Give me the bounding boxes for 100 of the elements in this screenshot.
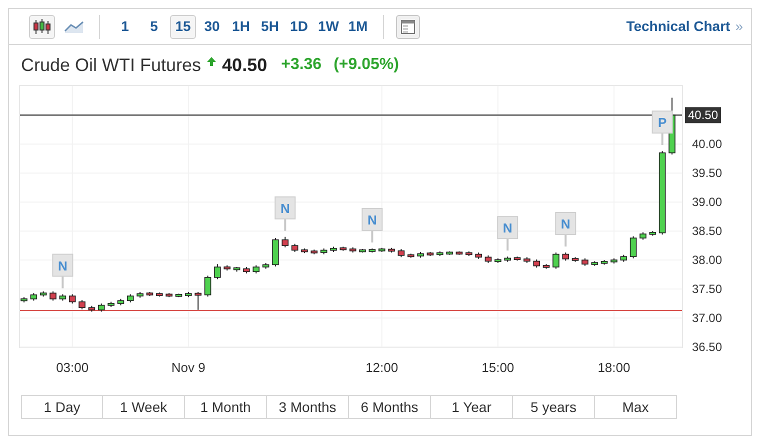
x-axis-label: 18:00 — [598, 360, 630, 375]
candlestick — [436, 250, 444, 256]
candlestick — [252, 264, 260, 274]
candlestick — [398, 248, 405, 258]
interval-button[interactable]: 1W — [315, 14, 342, 38]
candlestick — [407, 253, 414, 258]
y-axis-label: 38.50 — [692, 224, 722, 238]
line-chart-icon — [64, 20, 84, 34]
range-button[interactable]: 6 Months — [349, 395, 431, 419]
candlestick — [484, 254, 492, 264]
candlestick — [542, 264, 550, 270]
candlestick — [514, 256, 521, 262]
candlestick — [426, 251, 434, 256]
last-price: 40.50 — [222, 54, 268, 76]
candlestick — [562, 252, 569, 262]
interval-button[interactable]: 5 — [141, 14, 167, 38]
candlestick — [262, 262, 270, 270]
candlestick — [194, 291, 202, 310]
candlestick — [494, 258, 502, 264]
range-button[interactable]: 3 Months — [267, 395, 349, 419]
range-button[interactable]: 1 Day — [21, 395, 103, 419]
candlestick — [349, 246, 356, 254]
candlestick — [552, 252, 560, 270]
interval-button[interactable]: 5H — [257, 14, 283, 38]
candlestick — [272, 238, 279, 267]
x-axis-label: 12:00 — [366, 360, 398, 375]
candlestick — [59, 294, 66, 302]
candlestick — [630, 236, 637, 259]
table-icon — [401, 20, 415, 34]
candlestick — [533, 258, 540, 268]
price-change: +3.36 — [281, 55, 322, 75]
interval-button[interactable]: 15 — [170, 14, 196, 38]
candlestick — [175, 293, 182, 298]
y-axis-label: 38.00 — [692, 253, 722, 268]
candlestick — [378, 247, 386, 252]
candlestick — [50, 290, 56, 302]
y-axis-label: 37.00 — [692, 311, 722, 326]
candlestick — [475, 252, 482, 260]
candlestick — [88, 305, 96, 312]
candlestick — [640, 232, 646, 240]
candlestick-icon — [33, 18, 51, 34]
candlestick — [572, 256, 579, 262]
range-button[interactable]: 1 Month — [185, 395, 267, 419]
candlestick — [40, 290, 47, 298]
candlestick — [20, 296, 28, 303]
candlestick — [524, 256, 530, 264]
candlestick — [368, 248, 376, 254]
candlestick — [127, 294, 134, 303]
candlestick — [340, 246, 347, 252]
range-button[interactable]: 1 Year — [431, 395, 513, 419]
candlestick — [417, 251, 424, 258]
interval-button[interactable]: 1 — [112, 14, 138, 38]
y-axis-label: 37.50 — [692, 282, 722, 296]
candlestick — [185, 291, 192, 298]
candlestick — [243, 266, 250, 274]
x-axis-label: 03:00 — [56, 360, 89, 375]
interval-button[interactable]: 1M — [345, 14, 371, 38]
range-button[interactable]: 5 years — [513, 395, 595, 419]
y-axis-label: 36.50 — [692, 340, 722, 354]
candlestick — [204, 275, 212, 298]
candlestick — [136, 291, 144, 298]
technical-chart-link[interactable]: Technical Chart » — [626, 16, 743, 37]
candlestick — [98, 303, 105, 312]
candlestick — [146, 291, 154, 296]
candlestick — [78, 300, 86, 310]
candlestick — [582, 258, 588, 266]
candlestick — [117, 298, 124, 306]
range-button[interactable]: Max — [595, 395, 677, 419]
candlestick — [620, 254, 628, 262]
candlestick — [649, 230, 656, 236]
candlestick — [600, 260, 608, 266]
candlestick — [301, 248, 308, 254]
candlestick — [591, 260, 598, 266]
candlestick — [310, 249, 318, 255]
candlestick — [282, 236, 289, 248]
y-axis-label: 39.50 — [692, 166, 722, 180]
candlestick — [466, 250, 472, 256]
up-arrow-icon — [207, 56, 216, 66]
candlestick — [214, 264, 221, 280]
candlestick — [388, 247, 395, 254]
interval-button[interactable]: 1H — [228, 14, 254, 38]
x-axis-label: Nov 9 — [171, 360, 206, 375]
price-badge: 40.50 — [685, 107, 721, 124]
candlestick — [359, 248, 366, 254]
candlestick — [291, 243, 298, 252]
candlestick — [68, 294, 76, 304]
candlestick — [108, 301, 114, 308]
candlestick — [166, 292, 172, 298]
candlestick — [446, 250, 453, 256]
range-button[interactable]: 1 Week — [103, 395, 185, 419]
candlestick — [156, 292, 163, 298]
table-view-button[interactable] — [396, 14, 420, 38]
interval-button[interactable]: 1D — [286, 14, 312, 38]
candlestick — [330, 246, 337, 252]
chart-type-button[interactable] — [29, 14, 55, 38]
x-axis-label: 15:00 — [482, 360, 514, 375]
candlestick — [456, 250, 463, 256]
candlestick — [610, 258, 618, 264]
interval-button[interactable]: 30 — [199, 14, 225, 38]
percent-change: (+9.05%) — [334, 55, 399, 75]
